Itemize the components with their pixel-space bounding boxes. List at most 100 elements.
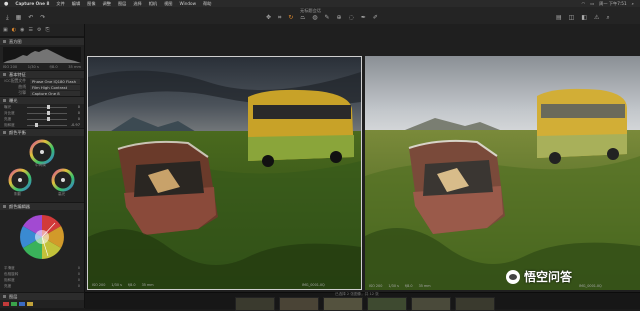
spot-icon[interactable]: ◌	[349, 14, 354, 22]
exposure-warning-icon[interactable]: ⚠	[594, 14, 599, 22]
tab-output-icon[interactable]: ⎘	[45, 27, 49, 33]
battery-icon[interactable]: ▭	[590, 1, 594, 7]
contrast-value[interactable]: 0	[70, 111, 80, 115]
color-balance-wheels: 阴影 中间调 高光	[0, 136, 84, 202]
highlights-label: 高光	[58, 192, 66, 196]
editor-lightness-row[interactable]: 亮度 0	[4, 284, 80, 290]
base-title: 基本特征	[9, 71, 26, 77]
tab-color-icon[interactable]: ◐	[12, 27, 16, 33]
tool-tabs: ▣ ◐ ◉ ☰ ⚙ ⎘	[0, 24, 84, 37]
menu-select[interactable]: 选择	[133, 1, 141, 7]
tab-library-icon[interactable]: ▣	[3, 27, 8, 33]
apple-icon[interactable]: ●	[4, 1, 8, 7]
mask-icon[interactable]: ◍	[312, 14, 317, 22]
import-icon[interactable]: ⤓	[6, 14, 9, 22]
curve-select[interactable]: Film High Contrast	[30, 84, 80, 90]
menu-adjust[interactable]: 调整	[103, 1, 111, 7]
filmstrip-thumb[interactable]	[455, 297, 495, 311]
menu-file[interactable]: 文件	[56, 1, 64, 7]
app-toolbar: 无标题会话 ⤓ ▦ ↶ ↷ ✥ ⌗ ↻ ⏢ ◍ ✎ ⊕ ◌ ✒ ✐ ▤ ◫ ◧ …	[0, 7, 640, 25]
engine-label: 引擎	[18, 90, 26, 95]
before-after-icon[interactable]: ◧	[581, 14, 587, 22]
photo-original-image	[365, 56, 640, 290]
swatch-yellow[interactable]	[27, 301, 33, 306]
tab-details-icon[interactable]: ☰	[28, 27, 32, 33]
swatch-blue[interactable]	[19, 301, 25, 306]
color-balance-header[interactable]: 颜色平衡	[0, 128, 84, 136]
brush-icon[interactable]: ✎	[325, 14, 330, 22]
photo-edited[interactable]: ISO 200 1/30 s f/8.0 35 mm IMG_0001.IIQ	[87, 56, 362, 290]
picker-icon[interactable]: ⊕	[337, 14, 342, 22]
left-filename: IMG_0001.IIQ	[302, 283, 325, 287]
pan-icon[interactable]: ✥	[266, 14, 271, 22]
right-iso: ISO 200	[369, 284, 383, 288]
color-editor-wheel[interactable]	[0, 210, 84, 264]
left-shutter: 1/30 s	[111, 283, 122, 287]
filmstrip-thumb[interactable]	[411, 297, 451, 311]
swatch-red[interactable]	[3, 301, 9, 306]
color-editor-header[interactable]: 颜色编辑器	[0, 202, 84, 210]
keystone-icon[interactable]: ⏢	[300, 14, 305, 22]
exposure-header[interactable]: 曝光	[0, 96, 84, 104]
color-editor-values: 平滑度 0 色相旋转 0 饱和度 0 亮度 0	[0, 264, 84, 292]
histogram-header[interactable]: 直方图	[0, 37, 84, 45]
filmstrip-thumb[interactable]	[235, 297, 275, 311]
annotate-icon[interactable]: ✐	[373, 14, 378, 22]
grid-icon[interactable]: ▦	[16, 14, 22, 22]
exposure-title: 曝光	[9, 97, 18, 103]
menu-app[interactable]: Capture One 8	[15, 1, 49, 6]
saturation-value[interactable]: -0.97	[70, 123, 80, 127]
image-viewer: ISO 200 1/30 s f/8.0 35 mm IMG_0001.IIQ	[85, 24, 640, 311]
proofing-icon[interactable]: ◫	[569, 14, 575, 22]
histogram-graph	[3, 47, 81, 63]
wifi-icon[interactable]: ◠	[582, 1, 586, 7]
brightness-slider[interactable]	[27, 117, 67, 121]
editor-lightness-label: 亮度	[4, 284, 12, 288]
menu-edit[interactable]: 编辑	[72, 1, 80, 7]
tab-adjustments-icon[interactable]: ⚙	[37, 27, 41, 33]
brightness-value[interactable]: 0	[70, 117, 80, 121]
icc-profile-select[interactable]: Phase One IQ180 Flash	[30, 78, 80, 84]
base-characteristics-header[interactable]: 基本特征	[0, 70, 84, 78]
filmstrip-thumb[interactable]	[279, 297, 319, 311]
clock-text: 周一 下午7:51	[599, 0, 627, 6]
hue-wheel-graphic[interactable]	[0, 210, 84, 264]
grid-view-icon[interactable]: ▤	[556, 14, 562, 22]
filmstrip-thumb[interactable]	[323, 297, 363, 311]
exposure-value[interactable]: 0	[70, 105, 80, 109]
left-focal: 35 mm	[141, 283, 154, 287]
watermark-text: 悟空问答	[524, 270, 573, 284]
color-wheels-graphic[interactable]	[0, 136, 84, 202]
search-icon[interactable]: ⌕	[632, 1, 634, 7]
exif-shutter: 1/30 s	[27, 65, 39, 69]
menubar-status: ◠ ▭ 周一 下午7:51 ⌕	[582, 1, 640, 7]
filmstrip-thumb[interactable]	[367, 297, 407, 311]
menu-image[interactable]: 图像	[87, 1, 95, 7]
exif-iso: ISO 200	[3, 65, 18, 69]
shadows-label: 阴影	[14, 192, 22, 196]
rotate-icon[interactable]: ↻	[288, 14, 293, 22]
redo-icon[interactable]: ↷	[40, 14, 45, 22]
engine-row: 引擎 Capture One 8	[0, 90, 84, 96]
tab-exposure-icon[interactable]: ◉	[20, 27, 24, 33]
zoom-icon[interactable]: ⌕	[606, 14, 609, 22]
menu-layers[interactable]: 图层	[118, 1, 126, 7]
swatch-green[interactable]	[11, 301, 17, 306]
undo-icon[interactable]: ↶	[28, 14, 33, 22]
crop-icon[interactable]: ⌗	[278, 14, 281, 22]
filmstrip: 已选择 2 张图像，共 12 张	[85, 292, 640, 311]
menu-help[interactable]: 帮助	[203, 1, 211, 7]
layers-header[interactable]: 图层	[0, 292, 84, 300]
saturation-slider[interactable]	[27, 123, 67, 127]
exposure-slider[interactable]	[27, 105, 67, 109]
menu-view[interactable]: 视图	[164, 1, 172, 7]
saturation-label: 饱和度	[4, 122, 15, 127]
contrast-slider[interactable]	[27, 111, 67, 115]
exif-focal: 35 mm	[68, 65, 81, 69]
wb-picker-icon[interactable]: ✒	[361, 14, 366, 22]
photo-original[interactable]: ISO 200 1/30 s f/8.0 35 mm IMG_0001.IIQ	[365, 56, 640, 290]
right-shutter: 1/30 s	[388, 284, 399, 288]
menu-camera[interactable]: 相机	[149, 1, 157, 7]
engine-select[interactable]: Capture One 8	[30, 90, 80, 96]
menu-window[interactable]: Window	[180, 1, 197, 6]
